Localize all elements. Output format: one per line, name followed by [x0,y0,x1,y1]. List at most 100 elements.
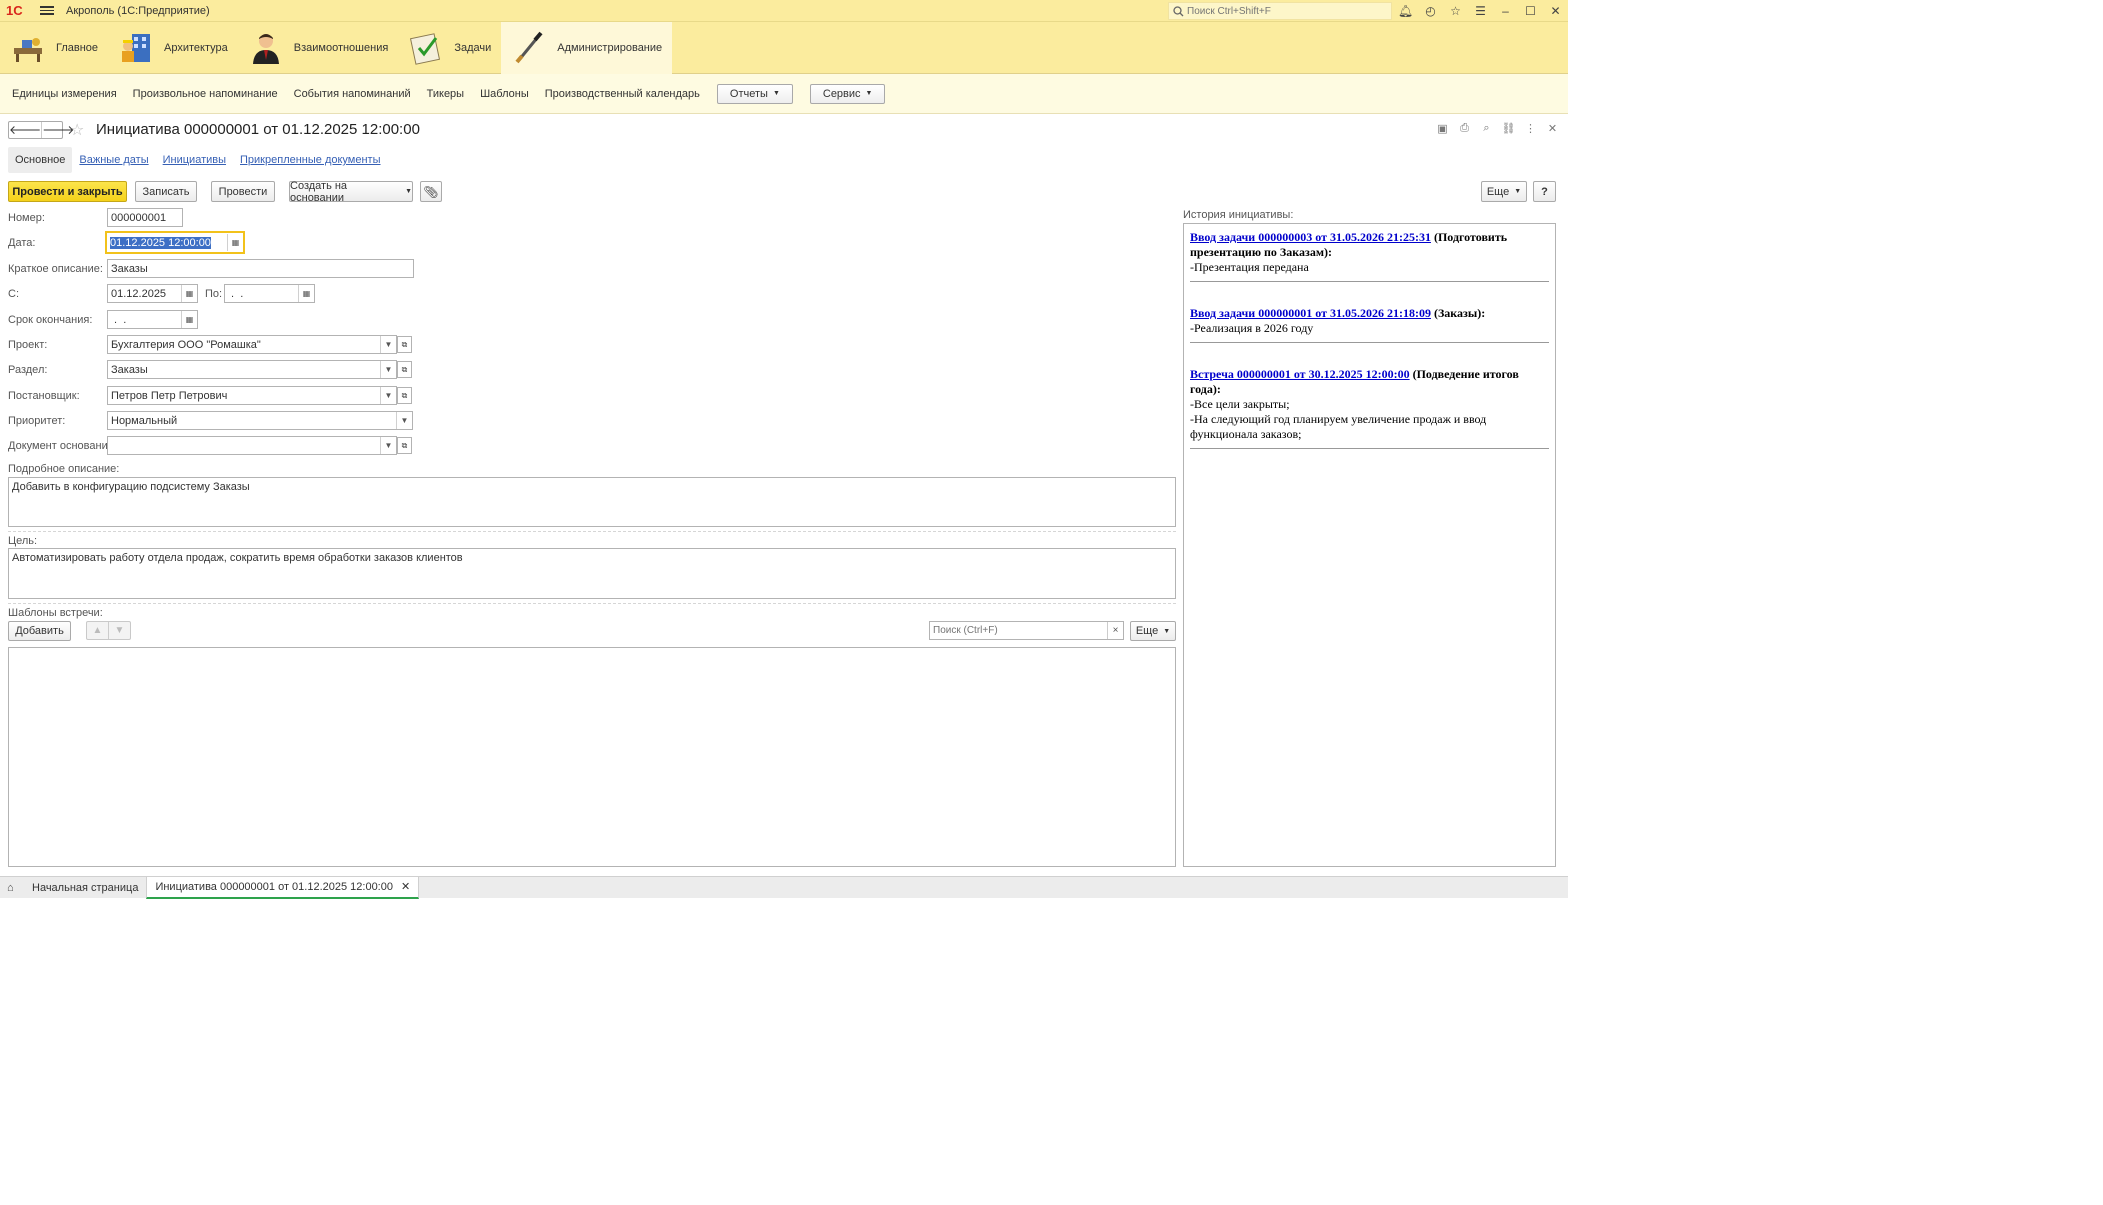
tab-main[interactable]: Основное [8,147,73,173]
short-desc-field[interactable] [107,259,414,278]
chevron-down-icon[interactable]: ▼ [380,437,396,454]
post-button[interactable]: Провести [211,181,275,202]
home-icon[interactable]: ⌂ [7,882,19,894]
templates-search[interactable]: × [929,621,1124,640]
open-form-tab[interactable]: Инициатива 000000001 от 01.12.2025 12:00… [146,876,420,899]
bell-icon[interactable]: 🔔︎ [1393,4,1418,18]
maximize-icon[interactable]: ☐ [1518,4,1543,18]
home-tab[interactable]: Начальная страница [24,877,146,899]
close-tab-icon[interactable]: ✕ [401,876,410,898]
templates-search-input[interactable] [930,625,1107,636]
priority-field[interactable]: ▼ [107,411,413,430]
close-window-icon[interactable]: ✕ [1543,4,1568,18]
form-tabs: Основное Важные даты Инициативы Прикрепл… [8,147,388,173]
move-up-icon[interactable]: ▲ [87,622,109,639]
global-search-input[interactable] [1187,5,1387,17]
help-button[interactable]: ? [1533,181,1556,202]
func-link-units[interactable]: Единицы измерения [12,88,117,100]
global-search[interactable] [1168,2,1392,20]
link-icon[interactable]: ⛓ [1501,122,1516,135]
base-doc-field[interactable]: ▼ [107,436,397,455]
history-entry-link[interactable]: Ввод задачи 000000001 от 31.05.2026 21:1… [1190,306,1431,320]
save-button[interactable]: Записать [135,181,197,202]
section-input[interactable] [108,361,380,378]
short-desc-input[interactable] [108,260,413,277]
star-icon[interactable]: ☆ [1443,4,1468,18]
close-form-icon[interactable]: ✕ [1545,122,1560,135]
goal-textarea[interactable]: Автоматизировать работу отдела продаж, с… [8,548,1176,599]
number-field[interactable] [107,208,183,227]
preview-icon[interactable]: ⌕ [1479,122,1494,135]
func-link-custom-reminder[interactable]: Произвольное напоминание [133,88,278,100]
add-template-button[interactable]: Добавить [8,621,71,641]
open-project-icon[interactable]: ⧉ [397,336,412,353]
sections-panel: Главное Архитектура Взаимоотношения Зада… [0,22,1568,74]
calendar-icon[interactable]: ▦ [227,234,243,251]
base-doc-input[interactable] [108,437,380,454]
goal-label: Цель: [8,535,38,547]
back-arrow-icon[interactable]: 🡐 [9,122,43,138]
calendar-icon[interactable]: ▦ [298,285,314,302]
chevron-down-icon[interactable]: ▼ [380,387,396,404]
to-date-field[interactable]: ▦ [224,284,315,303]
reports-button[interactable]: Отчеты ▼ [716,83,793,104]
history-entry: Встреча 000000001 от 30.12.2025 12:00:00… [1190,367,1549,449]
more-vertical-icon[interactable]: ⋮ [1523,122,1538,135]
create-based-on-button[interactable]: Создать на основании ▼ [289,180,413,204]
priority-input[interactable] [108,412,396,429]
history-icon[interactable]: ◴ [1418,4,1443,18]
section-architecture[interactable]: Архитектура [108,22,238,74]
from-date-input[interactable] [108,285,181,302]
date-field[interactable]: 01.12.2025 12:00:00 ▦ [105,231,245,254]
tab-initiatives[interactable]: Инициативы [156,147,233,173]
section-relations[interactable]: Взаимоотношения [238,22,399,74]
main-menu-icon[interactable] [40,6,54,15]
chevron-down-icon[interactable]: ▼ [380,336,396,353]
post-and-close-button[interactable]: Провести и закрыть [8,181,127,202]
open-base-doc-icon[interactable]: ⧉ [397,437,412,454]
date-value[interactable]: 01.12.2025 12:00:00 [110,236,211,249]
section-field[interactable]: ▼ [107,360,397,379]
attach-button[interactable]: 📎︎ [420,181,442,202]
deadline-input[interactable] [108,311,181,328]
tab-important-dates[interactable]: Важные даты [72,147,155,173]
templates-more-button[interactable]: Еще ▼ [1130,621,1176,641]
func-link-templates[interactable]: Шаблоны [480,88,529,100]
history-entry-link[interactable]: Встреча 000000001 от 30.12.2025 12:00:00 [1190,367,1410,381]
chevron-down-icon[interactable]: ▼ [380,361,396,378]
project-field[interactable]: ▼ [107,335,397,354]
section-admin[interactable]: Администрирование [501,22,673,74]
templates-table[interactable] [8,647,1176,867]
tab-attached-docs[interactable]: Прикрепленные документы [233,147,388,173]
number-input[interactable] [108,209,182,226]
from-date-field[interactable]: ▦ [107,284,198,303]
open-section-icon[interactable]: ⧉ [397,361,412,378]
open-setter-icon[interactable]: ⧉ [397,387,412,404]
clear-search-icon[interactable]: × [1107,622,1123,639]
func-link-calendar[interactable]: Производственный календарь [545,88,700,100]
deadline-field[interactable]: ▦ [107,310,198,329]
move-down-icon[interactable]: ▼ [109,622,130,639]
section-main[interactable]: Главное [0,22,108,74]
save-disk-icon[interactable]: ▣ [1435,122,1450,135]
print-icon[interactable]: ⎙ [1457,122,1472,135]
more-button[interactable]: Еще ▼ [1481,181,1527,202]
history-entry-link[interactable]: Ввод задачи 000000003 от 31.05.2026 21:2… [1190,230,1431,244]
chevron-down-icon[interactable]: ▼ [396,412,412,429]
setter-input[interactable] [108,387,380,404]
func-link-tickers[interactable]: Тикеры [427,88,464,100]
number-label: Номер: [8,212,45,224]
detail-textarea[interactable]: Добавить в конфигурацию подсистему Заказ… [8,477,1176,527]
dropdown-arrow-icon: ▼ [405,188,412,195]
setter-field[interactable]: ▼ [107,386,397,405]
to-date-input[interactable] [225,285,298,302]
settings-menu-icon[interactable]: ☰ [1468,4,1493,18]
minimize-icon[interactable]: – [1493,4,1518,18]
project-input[interactable] [108,336,380,353]
calendar-icon[interactable]: ▦ [181,311,197,328]
func-link-reminder-events[interactable]: События напоминаний [294,88,411,100]
favorite-star-icon[interactable]: ☆ [70,120,84,140]
section-tasks[interactable]: Задачи [398,22,501,74]
calendar-icon[interactable]: ▦ [181,285,197,302]
service-button[interactable]: Сервис ▼ [809,83,886,104]
